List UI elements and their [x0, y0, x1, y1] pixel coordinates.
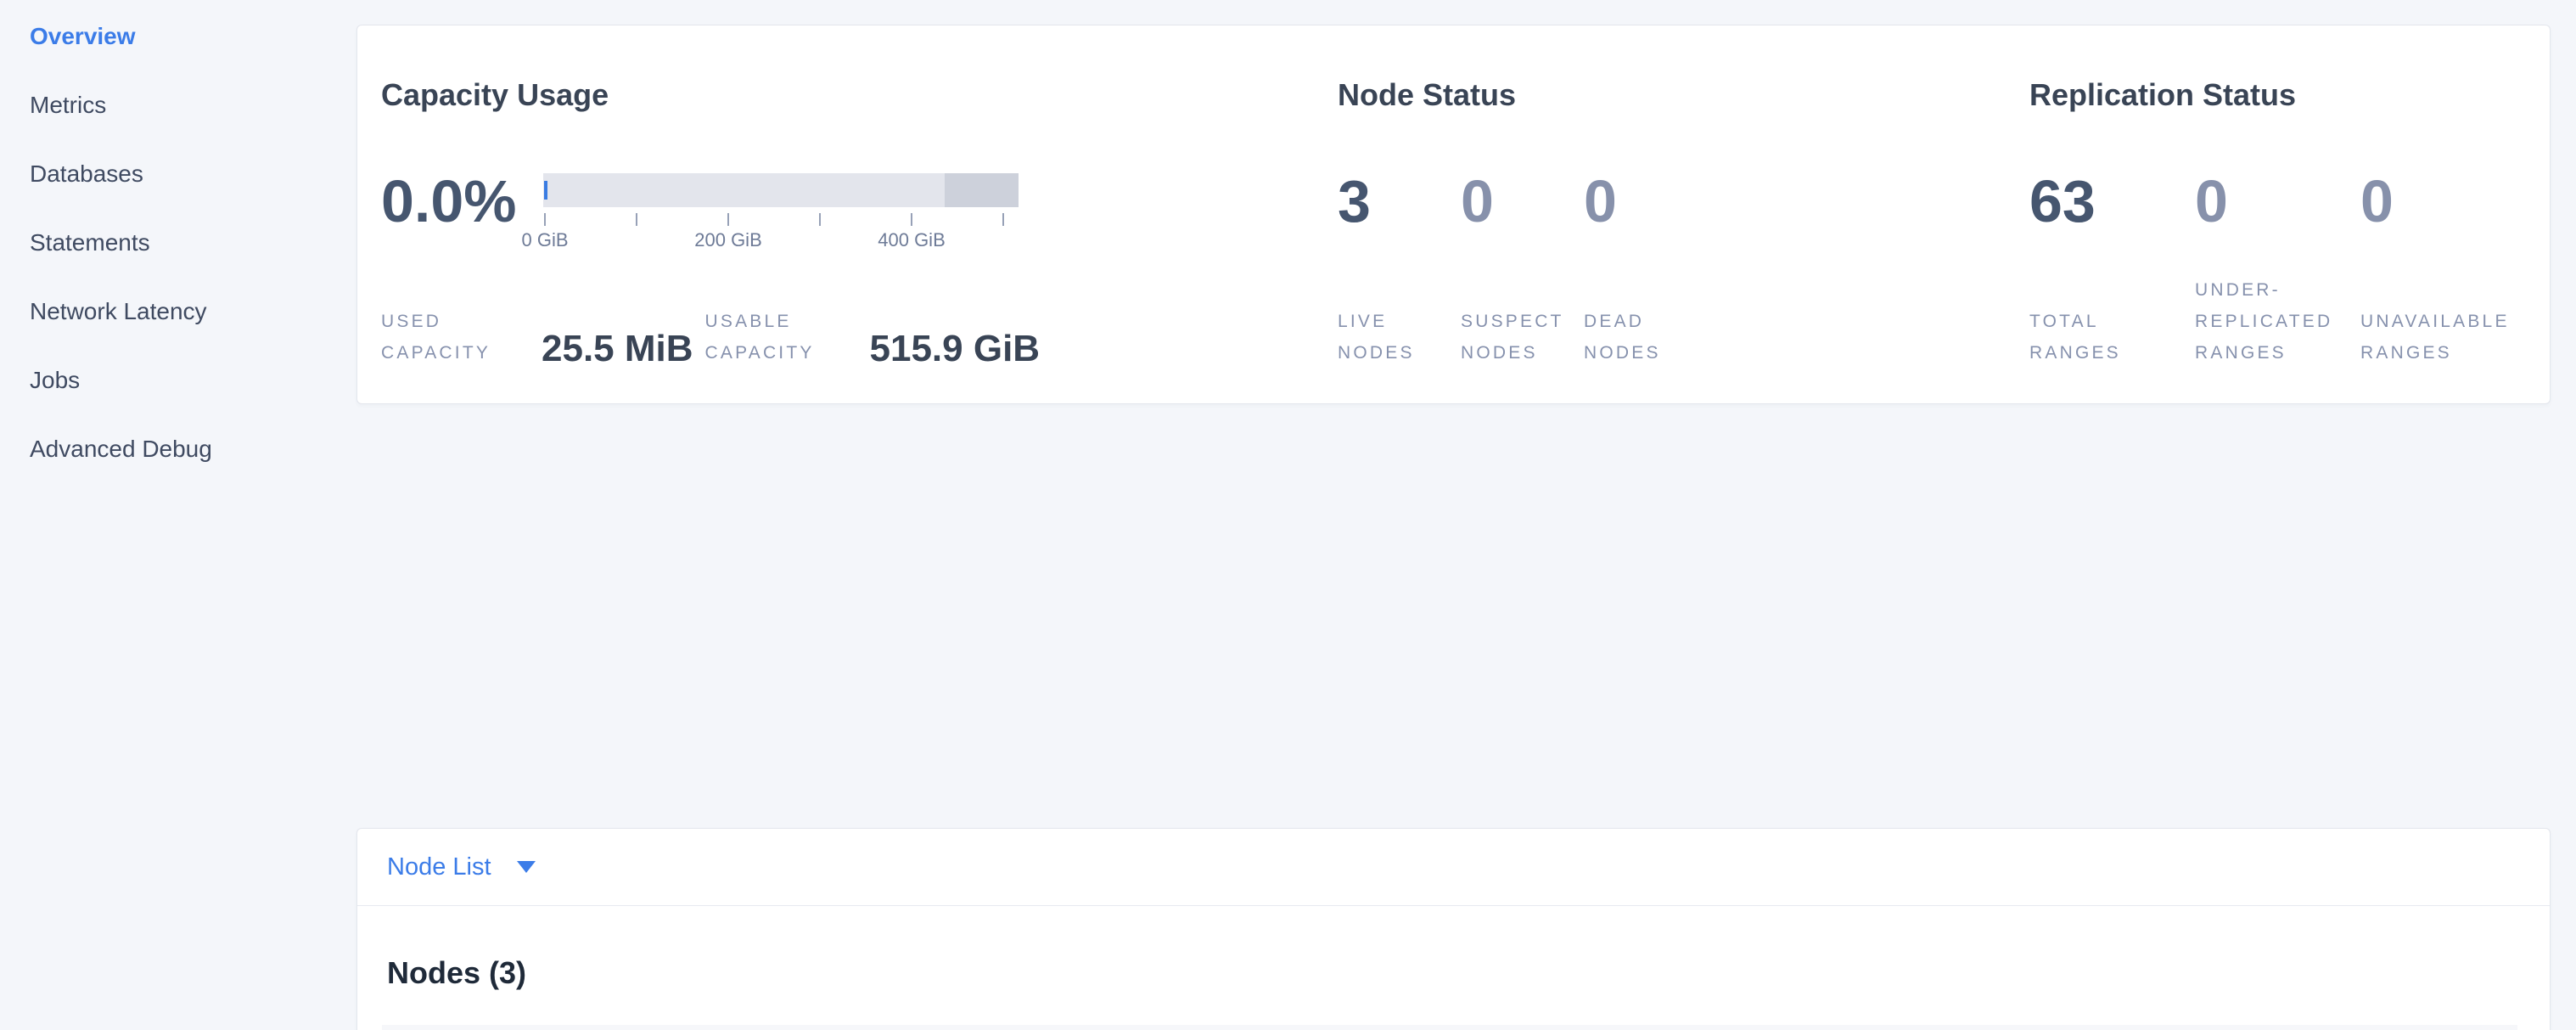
sidebar-item-network-latency[interactable]: Network Latency — [30, 277, 356, 346]
capacity-gauge-chart: 0 GiB 200 GiB 400 GiB — [543, 173, 1019, 255]
column-header-nodes[interactable]: NODES — [382, 1025, 840, 1030]
node-status-values: 3 0 0 — [1338, 170, 1707, 233]
nodes-table: NODES UPTIME REPLICAS CAPACITY USE MEMOR — [382, 1025, 2517, 1030]
capacity-used-percent: 0.0% — [381, 168, 517, 234]
used-capacity-value: 25.5 MiB — [542, 329, 693, 369]
node-status-labels: LIVE NODES SUSPECT NODES DEAD NODES — [1338, 279, 1707, 369]
capacity-gauge-ticks — [543, 213, 1019, 226]
column-header-capacity-use[interactable]: CAPACITY USE — [1283, 1025, 1507, 1030]
column-header-version[interactable]: VERSION — [1920, 1025, 2115, 1030]
capacity-gauge-used-marker — [544, 181, 547, 200]
usable-capacity-value: 515.9 GiB — [870, 329, 1041, 369]
replication-status-panel: Replication Status 63 0 0 TOTAL RANGES U… — [2029, 78, 2539, 112]
main-content: Capacity Usage 0.0% 0 — [356, 25, 2551, 1030]
node-list-card: Node List Nodes (3) NODES UPTIME — [356, 828, 2551, 1030]
capacity-usage-panel: Capacity Usage 0.0% 0 — [381, 78, 1323, 112]
live-nodes-label: LIVE NODES — [1338, 306, 1461, 369]
sidebar-nav-list: Overview Metrics Databases Statements Ne… — [0, 0, 356, 483]
capacity-gauge-axis: 0 GiB 200 GiB 400 GiB — [543, 229, 1019, 255]
sidebar-item-statements[interactable]: Statements — [30, 208, 356, 277]
total-ranges-value: 63 — [2029, 170, 2195, 233]
used-capacity-label: USED CAPACITY — [381, 306, 519, 369]
node-status-panel: Node Status 3 0 0 LIVE NODES SUSPECT NOD… — [1338, 78, 1983, 112]
cluster-summary-card: Capacity Usage 0.0% 0 — [356, 25, 2551, 404]
capacity-gauge-track — [543, 173, 1019, 207]
column-header-replicas[interactable]: REPLICAS — [1061, 1025, 1283, 1030]
replication-status-labels: TOTAL RANGES UNDER- REPLICATED RANGES UN… — [2029, 279, 2526, 369]
sidebar-item-metrics[interactable]: Metrics — [30, 70, 356, 139]
replication-status-values: 63 0 0 — [2029, 170, 2526, 233]
capacity-usage-values: 0.0% 0 GiB 200 GiB 400 GiB — [381, 170, 1019, 255]
column-header-cpus[interactable]: CPUS — [1732, 1025, 1920, 1030]
sidebar-nav: Overview Metrics Databases Statements Ne… — [0, 0, 356, 1030]
sidebar-item-advanced-debug[interactable]: Advanced Debug — [30, 414, 356, 483]
axis-label-200gib: 200 GiB — [669, 229, 788, 251]
admin-ui-overview-page: Overview Metrics Databases Statements Ne… — [0, 0, 2576, 1030]
column-header-status[interactable]: STATUS — [2115, 1025, 2517, 1030]
suspect-nodes-label: SUSPECT NODES — [1461, 306, 1584, 369]
capacity-usage-stats: USED CAPACITY 25.5 MiB USABLE CAPACITY 5… — [381, 279, 1040, 369]
view-selector-row: Node List — [357, 829, 2550, 906]
replication-status-title: Replication Status — [2029, 78, 2539, 112]
live-nodes-value: 3 — [1338, 170, 1461, 233]
unavailable-ranges-label: UNAVAILABLE RANGES — [2360, 306, 2526, 369]
capacity-usage-title: Capacity Usage — [381, 78, 1323, 112]
under-replicated-ranges-label: UNDER- REPLICATED RANGES — [2195, 274, 2360, 369]
total-ranges-label: TOTAL RANGES — [2029, 306, 2195, 369]
nodes-table-header-row: NODES UPTIME REPLICAS CAPACITY USE MEMOR — [382, 1025, 2517, 1030]
chevron-down-icon[interactable] — [517, 861, 536, 873]
sidebar-item-jobs[interactable]: Jobs — [30, 346, 356, 414]
usable-capacity-label: USABLE CAPACITY — [705, 306, 851, 369]
dead-nodes-value: 0 — [1584, 170, 1707, 233]
under-replicated-ranges-value: 0 — [2195, 170, 2360, 233]
axis-label-0gib: 0 GiB — [485, 229, 604, 251]
node-list-dropdown[interactable]: Node List — [387, 853, 491, 881]
suspect-nodes-value: 0 — [1461, 170, 1584, 233]
axis-label-400gib: 400 GiB — [852, 229, 971, 251]
capacity-gauge-reserved-segment — [945, 173, 1019, 207]
column-header-memory-use[interactable]: MEMORY USE — [1507, 1025, 1732, 1030]
sidebar-item-overview[interactable]: Overview — [30, 2, 356, 70]
node-status-title: Node Status — [1338, 78, 1983, 112]
nodes-count-heading: Nodes (3) — [387, 954, 2550, 991]
dead-nodes-label: DEAD NODES — [1584, 306, 1707, 369]
sidebar-item-databases[interactable]: Databases — [30, 139, 356, 208]
column-header-uptime[interactable]: UPTIME — [840, 1025, 1061, 1030]
unavailable-ranges-value: 0 — [2360, 170, 2526, 233]
